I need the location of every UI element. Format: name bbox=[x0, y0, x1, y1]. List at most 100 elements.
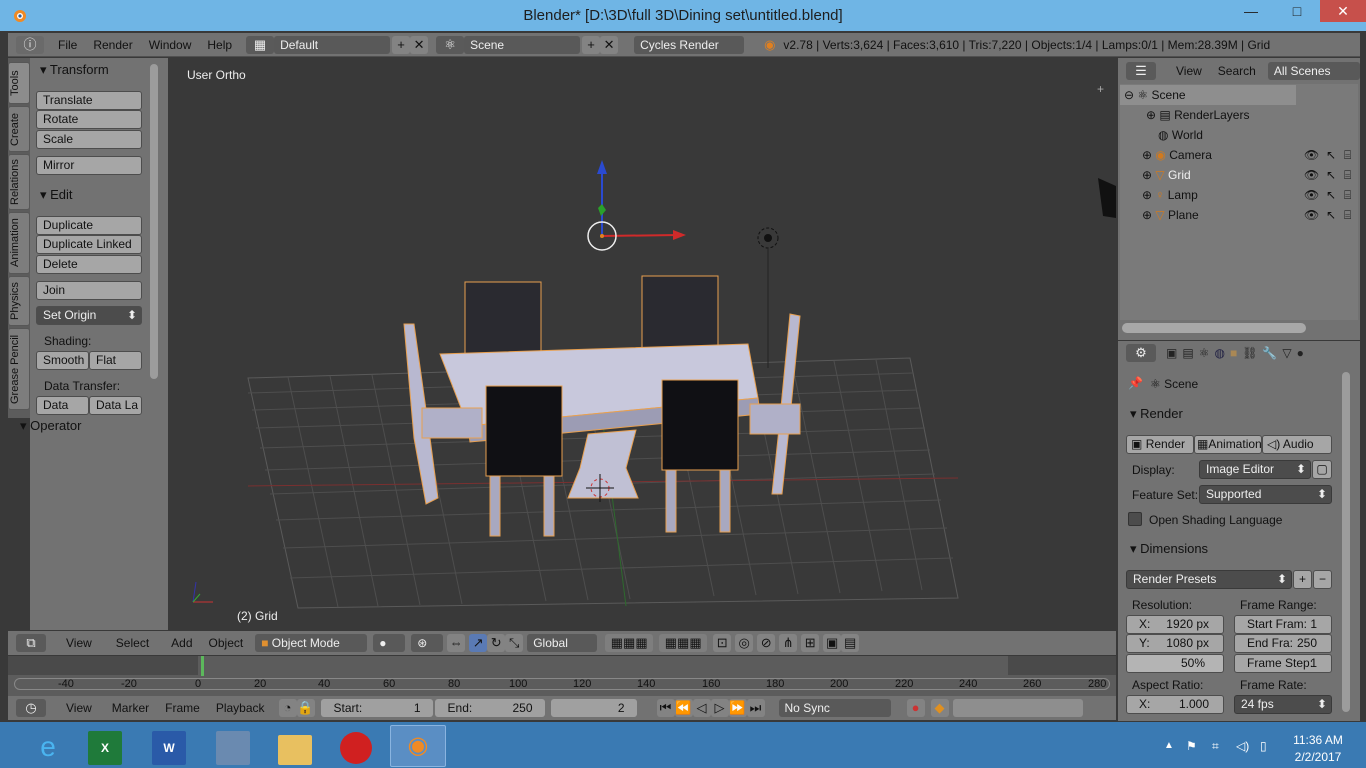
file-explorer-icon[interactable] bbox=[278, 735, 312, 765]
interaction-mode-select[interactable]: ■ Object Mode bbox=[255, 634, 368, 652]
transform-panel-header[interactable]: ▾ Transform bbox=[40, 62, 109, 78]
pivot-point-select[interactable]: ⊛ bbox=[411, 634, 444, 652]
keying-icon[interactable]: ◆ bbox=[930, 699, 949, 717]
view3d-menu-object[interactable]: Object bbox=[201, 636, 252, 650]
outliner-filter-select[interactable]: All Scenes bbox=[1267, 62, 1360, 80]
render-engine-select[interactable]: Cycles Render bbox=[634, 35, 745, 54]
audio-button[interactable]: ◁) Audio bbox=[1262, 435, 1332, 454]
remove-preset-button[interactable]: − bbox=[1313, 570, 1332, 589]
tab-physics[interactable]: Physics bbox=[8, 276, 30, 326]
translate-button[interactable]: Translate bbox=[36, 91, 142, 110]
outliner-item-scene[interactable]: ⊖ ⚛ Scene bbox=[1120, 85, 1296, 105]
render-anim-icon[interactable]: ▤ bbox=[841, 634, 860, 652]
end-frame-field[interactable]: End Fra: 250 bbox=[1234, 634, 1332, 653]
clock-date[interactable]: 2/2/2017 bbox=[1290, 750, 1346, 764]
world-tab-icon[interactable]: ◍ bbox=[1214, 346, 1224, 360]
smooth-button[interactable]: Smooth bbox=[36, 351, 89, 370]
resolution-x-field[interactable]: X: 1920 px bbox=[1126, 615, 1224, 634]
operator-panel-header[interactable]: ▾ Operator bbox=[20, 418, 81, 434]
performance-monitor-icon[interactable] bbox=[216, 731, 250, 765]
feature-set-select[interactable]: Supported ⬍ bbox=[1199, 485, 1332, 504]
visibility-eye-icon[interactable]: 👁 bbox=[1304, 165, 1319, 185]
jump-start-icon[interactable]: ⏮ bbox=[656, 699, 675, 717]
keying-set-select[interactable] bbox=[952, 699, 1083, 717]
start-frame-field[interactable]: Start Fram: 1 bbox=[1234, 615, 1332, 634]
resolution-y-field[interactable]: Y: 1080 px bbox=[1126, 634, 1224, 653]
clock-time[interactable]: 11:36 AM bbox=[1290, 733, 1346, 747]
outliner-item-grid[interactable]: ⊕ ▽ Grid 👁 ↖ ⌸ bbox=[1120, 165, 1358, 185]
view3d-menu-add[interactable]: Add bbox=[163, 636, 200, 650]
preview-range-icon[interactable]: ◔ bbox=[278, 699, 297, 717]
data-tab-icon[interactable]: ▽ bbox=[1282, 346, 1291, 360]
menu-render[interactable]: Render bbox=[85, 38, 140, 52]
tab-tools[interactable]: Tools bbox=[8, 62, 30, 104]
network-icon[interactable]: ⌗ bbox=[1212, 739, 1219, 754]
render-button[interactable]: ▣ Render bbox=[1126, 435, 1194, 454]
jump-end-icon[interactable]: ⏭ bbox=[746, 699, 765, 717]
manipulator-toggle-icon[interactable]: ⇔ bbox=[447, 634, 466, 652]
display-select[interactable]: Image Editor ⬍ bbox=[1199, 460, 1311, 479]
tab-animation[interactable]: Animation bbox=[8, 212, 30, 274]
animation-button[interactable]: ▦Animation bbox=[1194, 435, 1262, 454]
timeline[interactable]: -40 -20 0 20 40 60 80 100 120 140 160 18… bbox=[8, 656, 1116, 696]
screen-layout-icon[interactable]: ▦ bbox=[246, 35, 275, 54]
scene-field[interactable]: Scene bbox=[464, 35, 581, 54]
play-icon[interactable]: ▷ bbox=[710, 699, 729, 717]
outliner-item-plane[interactable]: ⊕ ▽ Plane 👁 ↖ ⌸ bbox=[1120, 205, 1358, 225]
maximize-button[interactable]: □ bbox=[1274, 0, 1320, 22]
remove-layout-button[interactable]: ✕ bbox=[410, 35, 429, 54]
close-button[interactable]: ✕ bbox=[1320, 0, 1366, 22]
viewport-shading-select[interactable]: ● bbox=[373, 634, 406, 652]
scale-manipulator-icon[interactable]: ⤡ bbox=[505, 634, 524, 652]
snap-icon[interactable]: ⊘ bbox=[757, 634, 776, 652]
3d-viewport[interactable]: User Ortho (2) Grid + bbox=[168, 58, 1116, 630]
render-camera-icon[interactable]: ⌸ bbox=[1344, 165, 1351, 185]
remove-scene-button[interactable]: ✕ bbox=[600, 35, 619, 54]
outliner-editor-type-icon[interactable]: ☰ bbox=[1126, 62, 1156, 80]
add-layout-button[interactable]: + bbox=[392, 35, 411, 54]
menu-help[interactable]: Help bbox=[199, 38, 240, 52]
renderlayers-tab-icon[interactable]: ▤ bbox=[1182, 346, 1193, 360]
minimize-button[interactable]: — bbox=[1228, 0, 1274, 22]
delete-button[interactable]: Delete bbox=[36, 255, 142, 274]
outliner-item-camera[interactable]: ⊕ ◉ Camera 👁 ↖ ⌸ bbox=[1120, 145, 1358, 165]
duplicate-button[interactable]: Duplicate bbox=[36, 216, 142, 235]
transform-orientation-select[interactable]: Global bbox=[527, 634, 598, 652]
render-presets-select[interactable]: Render Presets ⬍ bbox=[1126, 570, 1292, 589]
resolution-percent-slider[interactable]: 50% bbox=[1126, 654, 1224, 673]
outliner-hscrollbar[interactable] bbox=[1122, 323, 1306, 333]
3d-editor-type-icon[interactable]: ⧉ bbox=[16, 634, 46, 652]
outliner-menu-search[interactable]: Search bbox=[1210, 64, 1264, 78]
timeline-menu-frame[interactable]: Frame bbox=[157, 701, 208, 715]
tab-grease-pencil[interactable]: Grease Pencil bbox=[8, 328, 30, 410]
rotate-button[interactable]: Rotate bbox=[36, 110, 142, 129]
snap-target-icon[interactable]: ⊞ bbox=[801, 634, 820, 652]
jump-keyframe-forward-icon[interactable]: ⏩ bbox=[728, 699, 747, 717]
sync-mode-select[interactable]: No Sync bbox=[778, 699, 891, 717]
set-origin-select[interactable]: Set Origin ⬍ bbox=[36, 306, 142, 325]
viewport-corner-plus-icon[interactable]: + bbox=[1097, 82, 1104, 96]
render-camera-icon[interactable]: ⌸ bbox=[1344, 185, 1351, 205]
translate-manipulator-icon[interactable]: ↗ bbox=[469, 634, 488, 652]
screen-layout-field[interactable]: Default bbox=[274, 35, 391, 54]
osl-checkbox[interactable] bbox=[1128, 512, 1142, 526]
render-camera-icon[interactable]: ⌸ bbox=[1344, 205, 1351, 225]
edit-panel-header[interactable]: ▾ Edit bbox=[40, 187, 73, 203]
jump-keyframe-back-icon[interactable]: ⏪ bbox=[674, 699, 693, 717]
layers-grid-icon[interactable]: ▦▦▦ bbox=[659, 634, 708, 652]
blender-taskbar-icon[interactable]: ◉ bbox=[390, 725, 446, 767]
menu-window[interactable]: Window bbox=[141, 38, 200, 52]
properties-editor-type-icon[interactable]: ⚙ bbox=[1126, 344, 1156, 362]
data-layout-button[interactable]: Data La bbox=[89, 396, 142, 415]
timeline-scrollbar[interactable] bbox=[14, 678, 1110, 690]
select-arrow-icon[interactable]: ↖ bbox=[1326, 165, 1336, 185]
constraints-tab-icon[interactable]: ⛓ bbox=[1242, 346, 1257, 360]
select-arrow-icon[interactable]: ↖ bbox=[1326, 205, 1336, 225]
timeline-menu-marker[interactable]: Marker bbox=[104, 701, 157, 715]
end-frame-input[interactable]: End: 250 bbox=[434, 699, 545, 717]
object-tab-icon[interactable]: ■ bbox=[1230, 346, 1237, 360]
word-icon[interactable]: W bbox=[152, 731, 186, 765]
flag-icon[interactable]: ⚑ bbox=[1186, 739, 1197, 753]
frame-step-field[interactable]: Frame Step: 1 bbox=[1234, 654, 1332, 673]
flat-button[interactable]: Flat bbox=[89, 351, 142, 370]
